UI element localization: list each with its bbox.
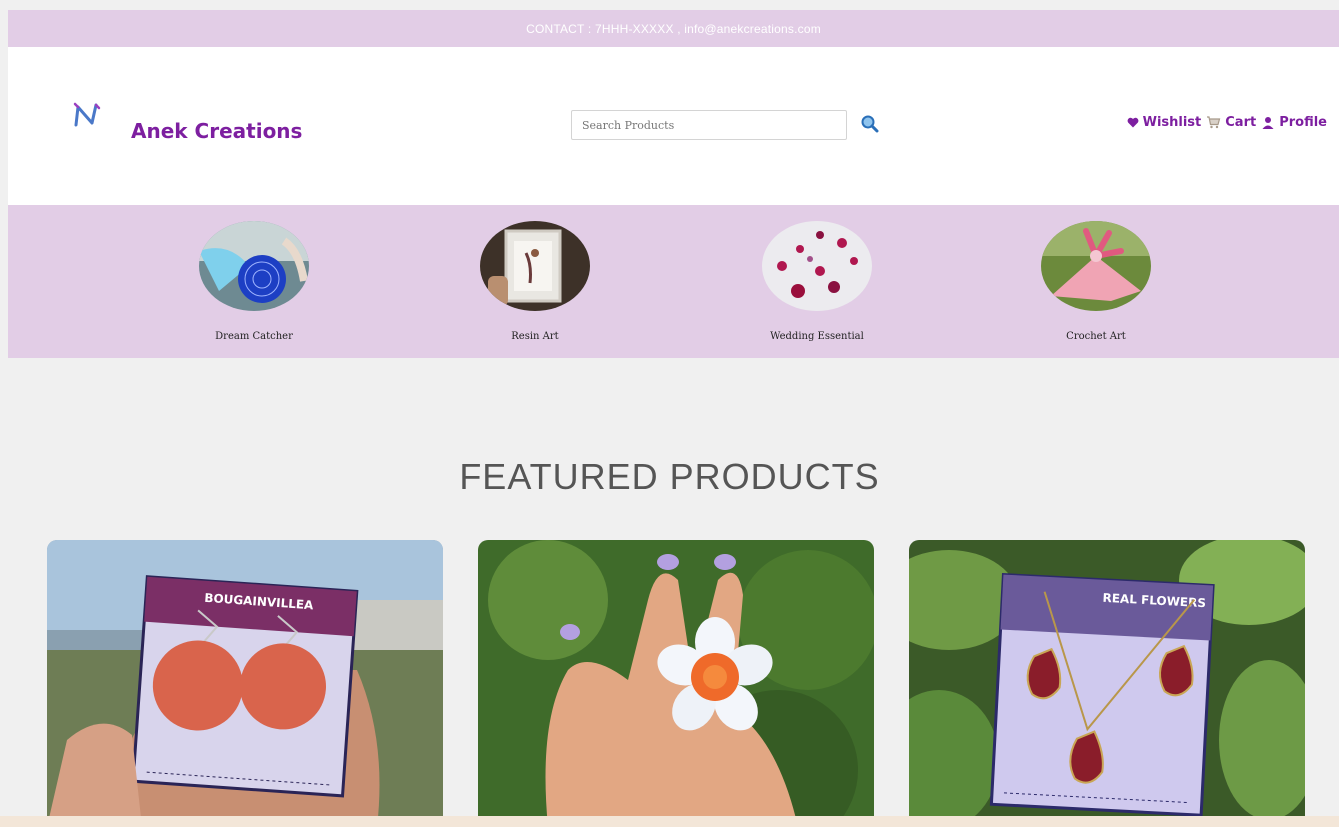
category-resin-art[interactable]: Resin Art (455, 221, 615, 342)
cart-label: Cart (1225, 115, 1257, 130)
cart-icon (1207, 116, 1221, 129)
category-crochet-art[interactable]: Crochet Art (1016, 221, 1176, 342)
product-card-flower-ring[interactable] (478, 540, 874, 827)
brand-name[interactable]: Anek Creations (131, 119, 302, 143)
search-input[interactable] (571, 110, 847, 140)
user-icon (1262, 116, 1274, 129)
wishlist-link[interactable]: Wishlist (1127, 115, 1202, 130)
category-image (762, 221, 872, 311)
category-dream-catcher[interactable]: Dream Catcher (174, 221, 334, 342)
contact-bar: CONTACT : 7HHH-XXXXX , info@anekcreation… (8, 10, 1339, 47)
category-label: Crochet Art (1066, 331, 1126, 342)
cart-link[interactable]: Cart (1206, 115, 1256, 130)
category-label: Resin Art (511, 331, 559, 342)
header-nav: Wishlist Cart Profile (1127, 115, 1327, 130)
category-image (1041, 221, 1151, 311)
contact-text: CONTACT : 7HHH-XXXXX , info@anekcreation… (526, 21, 821, 36)
search-button[interactable] (858, 113, 882, 137)
profile-link[interactable]: Profile (1261, 115, 1327, 130)
featured-title: FEATURED PRODUCTS (459, 456, 880, 497)
product-image: BOUGAINVILLEA (47, 540, 443, 827)
category-image (199, 221, 309, 311)
category-label: Dream Catcher (215, 331, 293, 342)
bottom-strip (0, 816, 1339, 827)
profile-label: Profile (1279, 115, 1327, 130)
category-image (480, 221, 590, 311)
anek-logo-icon[interactable] (72, 101, 102, 129)
search-icon (861, 115, 879, 132)
site-header: Anek Creations Wishlist Cart (8, 47, 1339, 205)
category-wedding-essential[interactable]: Wedding Essential (737, 221, 897, 342)
product-image (478, 540, 874, 827)
category-label: Wedding Essential (770, 331, 864, 342)
product-image: REAL FLOWERS (909, 540, 1305, 827)
heart-icon (1127, 117, 1139, 128)
wishlist-label: Wishlist (1142, 115, 1202, 130)
product-card-earrings[interactable]: BOUGAINVILLEA (47, 540, 443, 827)
category-strip: Dream Catcher Resin Art Wedding Essentia… (8, 205, 1339, 358)
product-card-necklace[interactable]: REAL FLOWERS (909, 540, 1305, 827)
